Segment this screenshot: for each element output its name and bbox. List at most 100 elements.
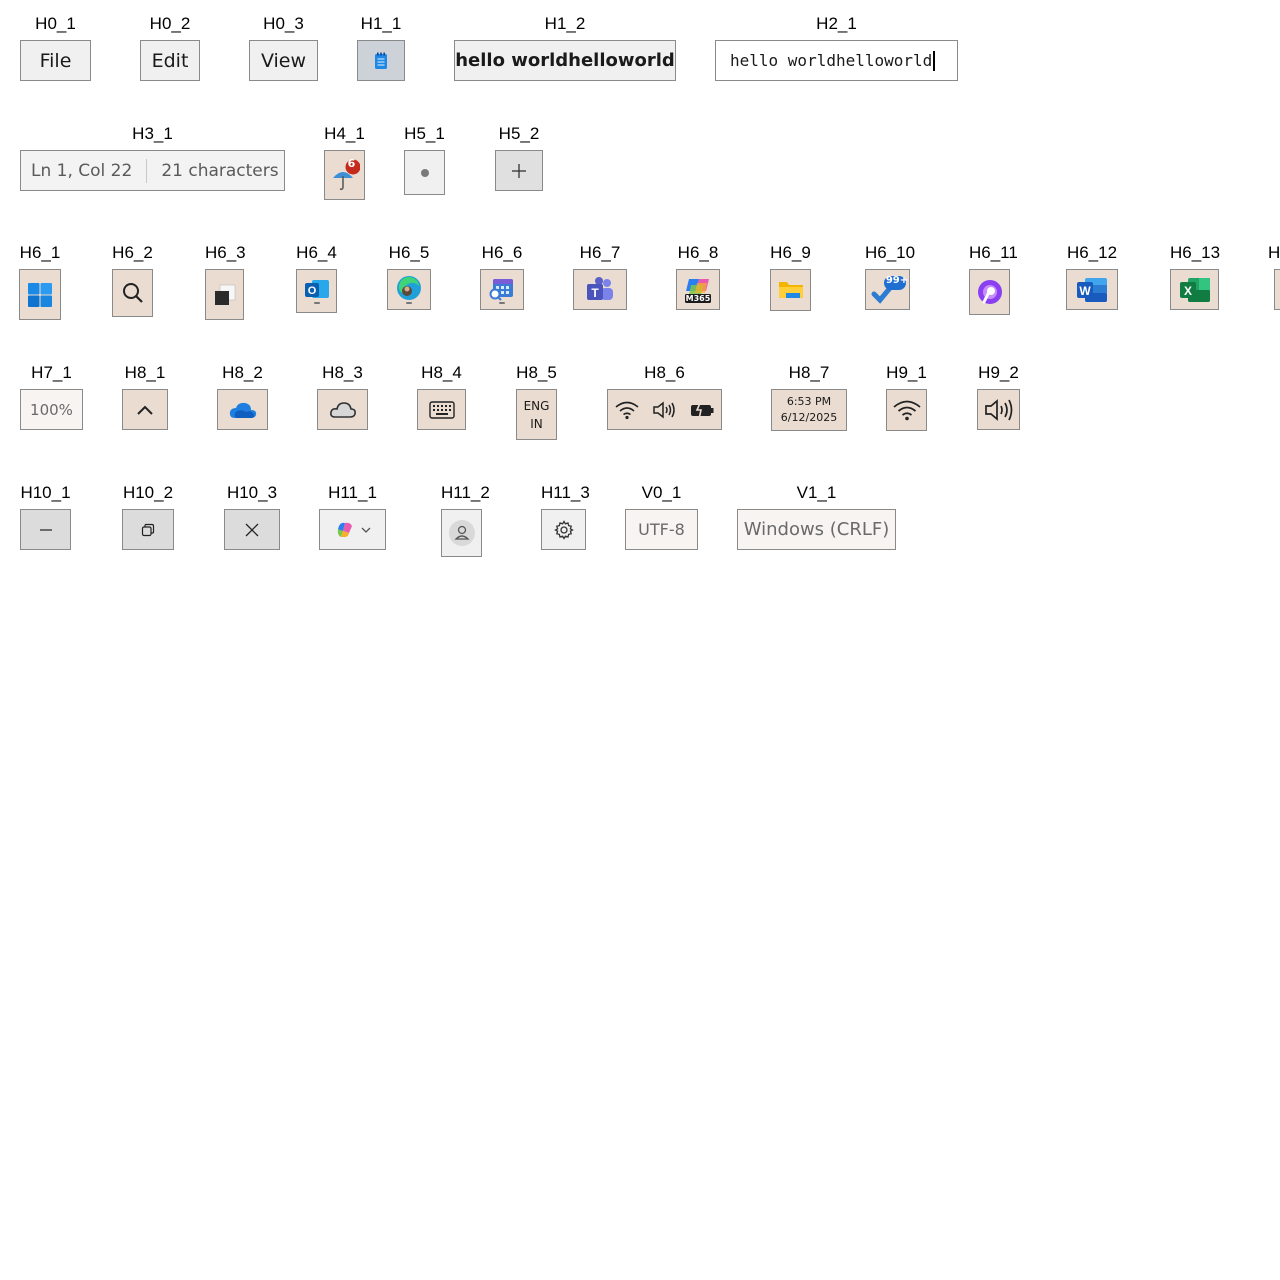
minimize-icon [39, 528, 52, 531]
crop-H8_6: H8_6 [607, 363, 722, 430]
crop-label: V1_1 [796, 483, 837, 502]
edge-icon[interactable] [387, 269, 431, 310]
crop-label: H6_13 [1170, 243, 1221, 262]
region-code: IN [530, 416, 543, 431]
minimize-button[interactable] [20, 509, 71, 550]
crop-H5_2: H5_2 [495, 124, 543, 191]
new-tab-button[interactable] [495, 150, 543, 191]
crop-label: H9_1 [886, 363, 927, 382]
crop-H11_2: H11_2 [441, 483, 490, 557]
status-position: Ln 1, Col 22 [31, 160, 133, 181]
crop-label: H10_1 [20, 483, 71, 502]
account-icon [448, 520, 475, 546]
volume-icon [653, 400, 676, 419]
crop-label: H6_8 [677, 243, 719, 262]
settings-button[interactable] [541, 509, 586, 550]
dot-icon[interactable] [404, 150, 445, 195]
partial-taskbar-item[interactable] [1274, 269, 1280, 310]
crop-label: H8_7 [788, 363, 830, 382]
file-menu-button[interactable]: File [20, 40, 91, 81]
zoom-level[interactable]: 100% [20, 389, 83, 430]
view-menu-button[interactable]: View [249, 40, 318, 81]
todo-icon[interactable]: 99+ [865, 269, 910, 310]
weather-umbrella-icon[interactable]: 6 [324, 150, 365, 200]
crop-label: H7_1 [31, 363, 72, 382]
close-button[interactable] [224, 509, 280, 550]
crop-label: H8_1 [124, 363, 166, 382]
edit-menu-button[interactable]: Edit [140, 40, 200, 81]
crop-label: H6_1 [19, 243, 61, 262]
crop-label: H6_6 [481, 243, 523, 262]
cloud-icon[interactable] [317, 389, 368, 430]
todo-badge: 99+ [885, 275, 909, 286]
crop-H6_5: H6_5 [387, 243, 431, 310]
wifi-icon[interactable] [886, 389, 927, 431]
notepad-icon[interactable] [357, 40, 405, 81]
crop-label: V0_1 [641, 483, 682, 502]
volume-icon[interactable] [977, 389, 1020, 430]
crop-V0_1: V0_1 UTF-8 [625, 483, 698, 550]
onedrive-cloud-icon[interactable] [217, 389, 268, 430]
teams-icon[interactable]: T [573, 269, 627, 310]
outlook-icon[interactable]: O [296, 269, 337, 313]
notification-badge: 6 [347, 157, 356, 170]
text-cursor [933, 50, 936, 71]
svg-text:X: X [1183, 284, 1191, 298]
crop-H9_1: H9_1 [886, 363, 927, 431]
text-editor-area[interactable]: hello worldhelloworld [715, 40, 958, 81]
plus-icon [512, 163, 526, 178]
crop-H6_10: H6_10 99+ [865, 243, 915, 310]
word-icon[interactable]: W [1066, 269, 1118, 310]
m365-icon[interactable]: M365 [676, 269, 720, 310]
account-button[interactable] [441, 509, 482, 557]
crop-label: H10_3 [226, 483, 278, 502]
crop-H8_5: H8_5 ENG IN [516, 363, 557, 440]
crop-label: H0_3 [263, 14, 304, 33]
crop-H10_1: H10_1 [20, 483, 71, 550]
show-hidden-icons-button[interactable] [122, 389, 168, 430]
crop-label: H0_2 [149, 14, 191, 33]
crop-H6_11: H6_11 [969, 243, 1018, 315]
calendar-search-icon[interactable] [480, 269, 524, 310]
chevron-up-icon [137, 405, 153, 415]
svg-text:O: O [307, 285, 316, 297]
crop-H3_1: H3_1 Ln 1, Col 22 21 characters [20, 124, 285, 191]
crop-H6_7: H6_7 T [573, 243, 627, 310]
crop-label: H11_3 [541, 483, 590, 502]
crop-label: H6_2 [112, 243, 153, 262]
input-language-indicator[interactable]: ENG IN [516, 389, 557, 440]
copilot-dropdown-button[interactable] [319, 509, 386, 550]
excel-icon[interactable]: X [1170, 269, 1219, 310]
crop-label: H6_11 [969, 243, 1018, 262]
keyboard-icon[interactable] [417, 389, 466, 430]
file-explorer-icon[interactable] [770, 269, 811, 311]
restore-icon [141, 523, 155, 536]
quick-settings-button[interactable] [607, 389, 722, 430]
crop-label: H6_4 [296, 243, 337, 262]
crop-label: H6_7 [579, 243, 621, 262]
chevron-down-icon [361, 527, 370, 533]
crop-H1_2: H1_2 hello worldhelloworld [454, 14, 676, 81]
crop-label: H8_4 [421, 363, 462, 382]
crop-label: H8_5 [516, 363, 557, 382]
encoding-status[interactable]: UTF-8 [625, 509, 698, 550]
crop-H7_1: H7_1 100% [20, 363, 83, 430]
editor-text: hello worldhelloworld [730, 51, 933, 70]
status-bar: Ln 1, Col 22 21 characters [20, 150, 285, 191]
crop-H8_3: H8_3 [317, 363, 368, 430]
restore-button[interactable] [122, 509, 174, 550]
crop-H0_3: H0_3 View [249, 14, 318, 81]
crop-H1_1: H1_1 [357, 14, 405, 81]
clock-button[interactable]: 6:53 PM 6/12/2025 [771, 389, 847, 431]
crop-H8_1: H8_1 [122, 363, 168, 430]
copilot-icon [337, 522, 352, 537]
copilot-app-icon[interactable] [969, 269, 1010, 315]
windows-start-icon[interactable] [19, 269, 61, 320]
crop-H0_1: H0_1 File [20, 14, 91, 81]
line-ending-status[interactable]: Windows (CRLF) [737, 509, 896, 550]
task-view-icon[interactable] [205, 269, 244, 320]
search-icon[interactable] [112, 269, 153, 317]
crop-label: H2_1 [816, 14, 857, 33]
crop-label: H4_1 [324, 124, 365, 143]
crop-label: H8_3 [322, 363, 363, 382]
